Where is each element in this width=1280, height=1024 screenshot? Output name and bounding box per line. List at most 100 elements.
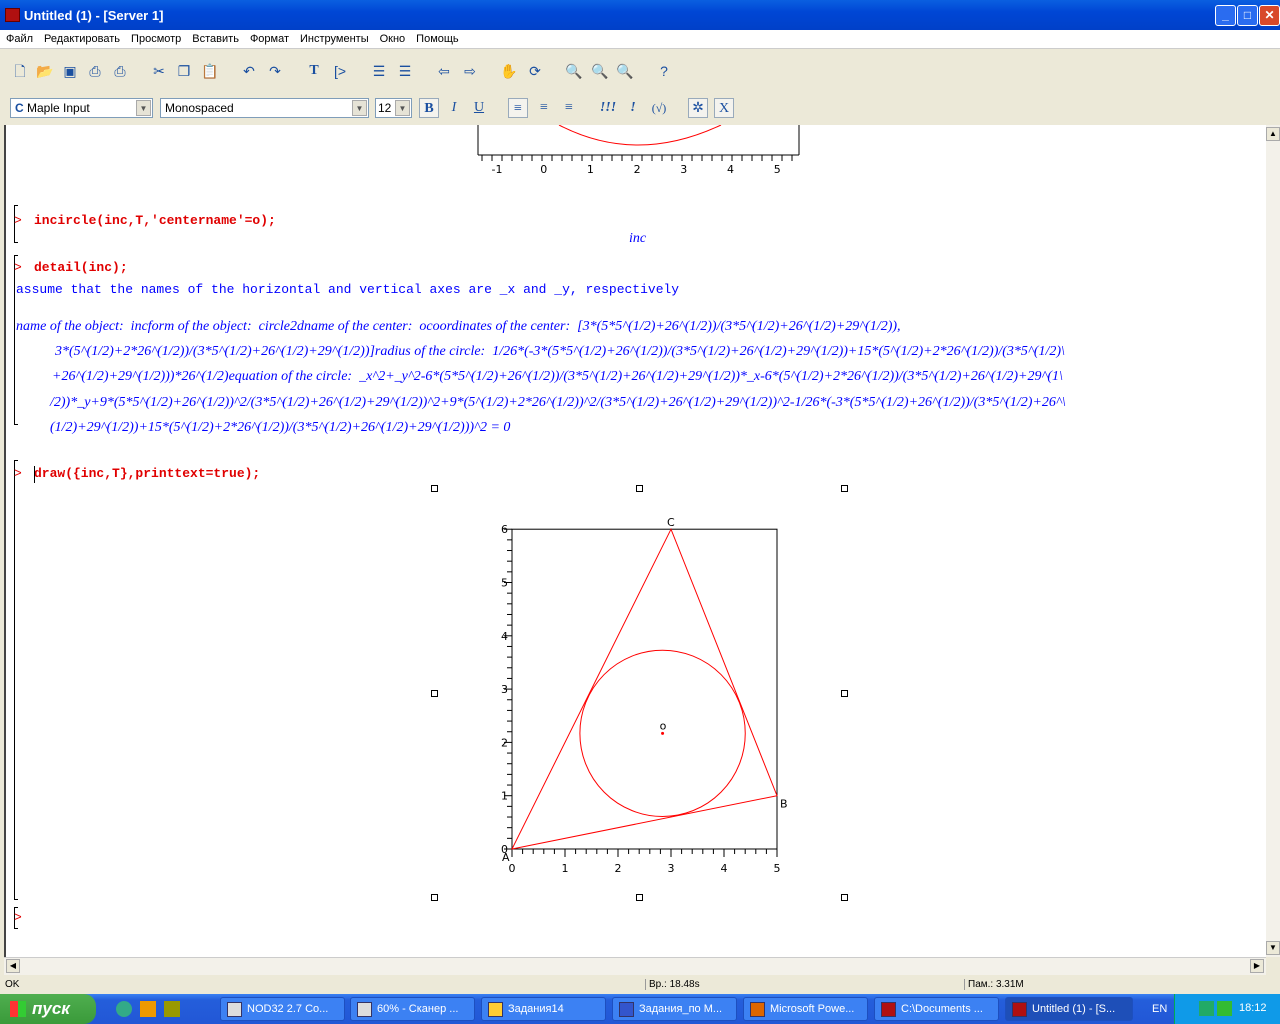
scroll-left-button[interactable]: ◀ [6,959,20,973]
resize-handle[interactable] [431,485,438,492]
vertex-label-A: A [502,851,510,864]
text-icon[interactable]: T [305,62,323,80]
style-select[interactable]: C Maple Input ▼ [10,98,153,118]
quicklaunch-ie-icon[interactable] [116,1001,132,1017]
scroll-down-button[interactable]: ▼ [1266,941,1280,955]
italic-button[interactable]: I [444,98,464,118]
indent-icon[interactable]: ☰ [370,62,388,80]
worksheet[interactable]: -1 0 1 2 3 4 5 > incircle(inc,T,'centername'=o… [4,125,1266,957]
x-tick-label: 1 [562,862,569,875]
style-prefix: C [15,101,24,115]
menu-edit[interactable]: Редактировать [38,30,125,45]
status-text: OK [5,979,20,990]
resize-handle[interactable] [431,894,438,901]
maximize-button[interactable]: □ [1237,5,1258,26]
menu-window[interactable]: Окно [374,30,411,45]
resize-handle[interactable] [636,894,643,901]
bold-button[interactable]: B [419,98,439,118]
zoom-100-icon[interactable]: 🔍 [565,62,583,80]
menu-insert[interactable]: Вставить [186,30,244,45]
size-select[interactable]: 12 ▼ [375,98,412,118]
back-icon[interactable]: ⇦ [435,62,453,80]
triangle-incircle-plot[interactable]: 0123450123456ABCo [476,505,816,885]
task-nod32[interactable]: NOD32 2.7 Co... [220,997,345,1021]
maple-input-icon[interactable]: [> [331,62,349,80]
align-center-button[interactable]: ≡ [534,98,554,118]
task-word[interactable]: Задания_по М... [612,997,737,1021]
zoom-150-icon[interactable]: 🔍 [591,62,609,80]
prompt: > [14,466,22,481]
task-documents[interactable]: C:\Documents ... [874,997,999,1021]
resize-handle[interactable] [636,485,643,492]
prompt: > [14,213,22,228]
open-icon[interactable]: 📂 [36,62,54,80]
menu-tools[interactable]: Инструменты [294,30,374,45]
scroll-up-button[interactable]: ▲ [1266,127,1280,141]
print-preview-icon[interactable]: ⎙ [111,62,129,80]
command-incircle[interactable]: incircle(inc,T,'centername'=o); [34,213,276,228]
paste-icon[interactable]: 📋 [201,62,219,80]
save-icon[interactable]: ▣ [61,62,79,80]
task-scanner[interactable]: 60% - Сканер ... [350,997,475,1021]
tray-icon[interactable] [1217,1001,1232,1016]
scanner-icon [357,1002,372,1017]
task-label: C:\Documents ... [901,1003,983,1015]
execute-all-button[interactable]: !!! [598,98,618,118]
resize-handle[interactable] [841,894,848,901]
chevron-down-icon[interactable]: ▼ [136,100,151,116]
align-right-button[interactable]: ≡ [559,98,579,118]
quicklaunch-app-icon[interactable] [140,1001,156,1017]
stop-icon[interactable]: ✋ [500,62,518,80]
resize-handle[interactable] [841,690,848,697]
tray-icon[interactable] [1199,1001,1214,1016]
print-icon[interactable]: ⎙ [86,62,104,80]
command-detail[interactable]: detail(inc); [34,260,128,275]
copy-icon[interactable]: ❐ [175,62,193,80]
zoom-200-icon[interactable]: 🔍 [616,62,634,80]
command-draw[interactable]: draw({inc,T},printtext=true); [34,466,260,481]
start-label: пуск [32,999,70,1018]
maple-leaf-icon[interactable]: ✲ [688,98,708,118]
check-button[interactable]: (√) [649,98,669,118]
execute-button[interactable]: ! [623,98,643,118]
cut-icon[interactable]: ✂ [150,62,168,80]
task-label: 60% - Сканер ... [377,1003,459,1015]
menu-file[interactable]: Файл [0,30,38,45]
chevron-down-icon[interactable]: ▼ [352,100,367,116]
horizontal-scrollbar[interactable]: ◀ ▶ [4,957,1266,975]
resize-handle[interactable] [431,690,438,697]
menu-help[interactable]: Помощь [410,30,464,45]
x-button[interactable]: X [714,98,734,118]
language-indicator[interactable]: EN [1152,1003,1167,1015]
font-select[interactable]: Monospaced ▼ [160,98,369,118]
forward-icon[interactable]: ⇨ [461,62,479,80]
resize-handle[interactable] [841,485,848,492]
undo-icon[interactable]: ↶ [240,62,258,80]
window-title: Untitled (1) - [Server 1] [24,8,164,23]
vertical-scrollbar[interactable]: ▲ ▼ [1266,125,1280,957]
new-icon[interactable]: 🗋 [11,62,29,80]
restart-icon[interactable]: ⟳ [526,62,544,80]
chevron-down-icon[interactable]: ▼ [395,100,410,116]
task-folder[interactable]: Задания14 [481,997,606,1021]
menu-format[interactable]: Формат [244,30,294,45]
help-icon[interactable]: ? [655,62,673,80]
menu-view[interactable]: Просмотр [125,30,186,45]
task-label: Задания14 [508,1003,564,1015]
outdent-icon[interactable]: ☰ [396,62,414,80]
align-left-button[interactable]: ≡ [508,98,528,118]
task-powerpoint[interactable]: Microsoft Powe... [743,997,868,1021]
size-value: 12 [378,101,392,115]
redo-icon[interactable]: ↷ [266,62,284,80]
empty-prompt[interactable]: > [14,910,22,925]
x-tick-label: 5 [774,862,781,875]
start-button[interactable]: пуск [0,994,96,1024]
minimize-button[interactable]: _ [1215,5,1236,26]
vertex-label-B: B [780,798,788,811]
prev-plot-tick-label: 0 [540,163,547,176]
underline-button[interactable]: U [469,98,489,118]
task-maple-untitled[interactable]: Untitled (1) - [S... [1005,997,1133,1021]
close-button[interactable]: ✕ [1259,5,1280,26]
quicklaunch-app-icon[interactable] [164,1001,180,1017]
scroll-right-button[interactable]: ▶ [1250,959,1264,973]
